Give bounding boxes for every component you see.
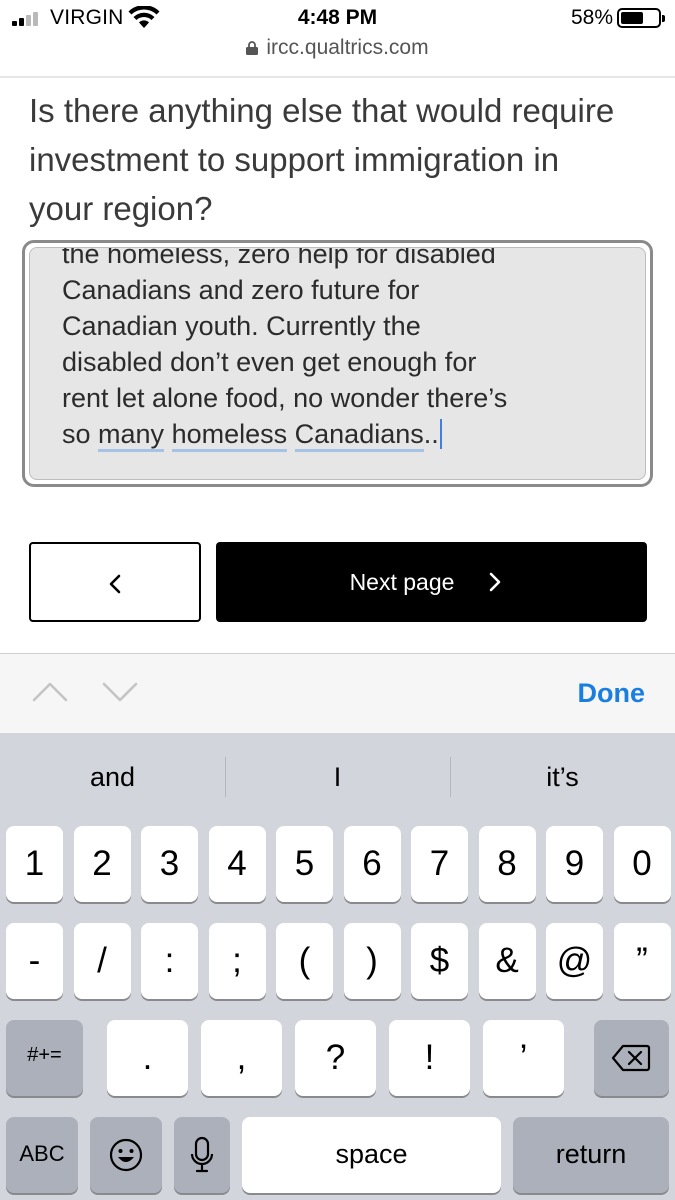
chevron-left-icon xyxy=(109,574,121,594)
keyboard: and I it’s 1234567890 - /:;() $ & @” #+= .,?… xyxy=(0,733,675,1200)
symbol-key-3[interactable]: ; xyxy=(208,923,266,999)
keyboard-accessory-bar: Done xyxy=(0,653,675,733)
done-button[interactable]: Done xyxy=(578,678,646,709)
address-bar[interactable]: ircc.qualtrics.com xyxy=(0,36,675,60)
suggestion-item[interactable]: I xyxy=(225,733,450,821)
symbol-key-1[interactable]: / xyxy=(73,923,131,999)
symbols-toggle-key[interactable]: #+= xyxy=(6,1020,83,1096)
number-key-5[interactable]: 6 xyxy=(343,826,401,902)
chevron-down-icon[interactable] xyxy=(102,680,138,704)
number-key-3[interactable]: 4 xyxy=(208,826,266,902)
symbol-key-9[interactable]: ” xyxy=(613,923,671,999)
answer-field[interactable]: the homeless, zero help for disabled Can… xyxy=(29,247,646,480)
abc-key[interactable]: ABC xyxy=(6,1117,78,1193)
symbol-key-6[interactable]: $ xyxy=(411,923,468,999)
dictation-key[interactable] xyxy=(174,1117,230,1193)
next-page-button[interactable]: Next page xyxy=(216,542,647,622)
url-text: ircc.qualtrics.com xyxy=(266,36,429,59)
spellcheck-word[interactable]: homeless xyxy=(171,419,288,452)
status-bar: VIRGIN 4:48 PM 58% xyxy=(0,0,675,38)
microphone-icon xyxy=(190,1136,214,1173)
lock-icon xyxy=(246,41,259,55)
emoji-key[interactable] xyxy=(90,1117,162,1193)
number-key-9[interactable]: 0 xyxy=(613,826,671,902)
punctuation-key-0[interactable]: . xyxy=(107,1020,188,1096)
next-page-label: Next page xyxy=(349,569,455,595)
suggestion-item[interactable]: and xyxy=(0,733,225,821)
number-key-0[interactable]: 1 xyxy=(6,826,63,902)
punctuation-key-3[interactable]: ! xyxy=(389,1020,470,1096)
number-key-8[interactable]: 9 xyxy=(546,826,603,902)
symbol-key-2[interactable]: : xyxy=(141,923,198,999)
space-key[interactable]: space xyxy=(242,1117,501,1193)
divider xyxy=(0,76,675,78)
chevron-right-icon xyxy=(489,572,501,592)
symbol-key-5[interactable]: ) xyxy=(343,923,401,999)
question-text: Is there anything else that would requir… xyxy=(29,92,615,227)
punctuation-key-4[interactable]: ’ xyxy=(483,1020,564,1096)
symbol-key-4[interactable]: ( xyxy=(276,923,333,999)
number-key-4[interactable]: 5 xyxy=(276,826,333,902)
number-key-2[interactable]: 3 xyxy=(141,826,198,902)
battery-percent: 58% xyxy=(570,6,613,29)
text-caret xyxy=(439,419,442,449)
symbol-key-7[interactable]: & xyxy=(478,923,536,999)
backspace-icon xyxy=(611,1044,651,1072)
number-key-1[interactable]: 2 xyxy=(73,826,131,902)
punctuation-key-2[interactable]: ? xyxy=(295,1020,376,1096)
previous-page-button[interactable] xyxy=(29,542,201,622)
punctuation-key-1[interactable]: , xyxy=(201,1020,282,1096)
symbol-key-0[interactable]: - xyxy=(6,923,63,999)
symbol-key-8[interactable]: @ xyxy=(546,923,603,999)
suggestion-item[interactable]: it’s xyxy=(450,733,675,821)
spellcheck-word[interactable]: Canadians xyxy=(294,419,424,452)
number-key-6[interactable]: 7 xyxy=(411,826,468,902)
delete-key[interactable] xyxy=(594,1020,669,1096)
emoji-icon xyxy=(109,1138,143,1172)
answer-text: the homeless, zero help for disabled Can… xyxy=(62,248,622,452)
return-key[interactable]: return xyxy=(513,1117,669,1193)
spellcheck-word[interactable]: many xyxy=(98,419,165,452)
battery-icon xyxy=(617,8,665,28)
number-key-7[interactable]: 8 xyxy=(478,826,536,902)
chevron-up-icon[interactable] xyxy=(32,680,68,704)
answer-textarea[interactable]: the homeless, zero help for disabled Can… xyxy=(22,240,653,487)
